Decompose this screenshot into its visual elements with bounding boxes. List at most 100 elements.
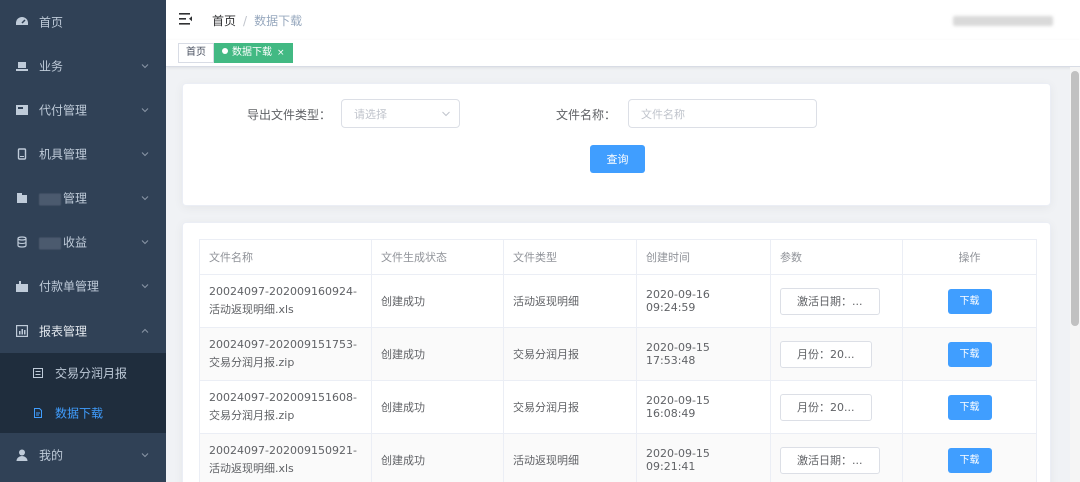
business-icon: [15, 59, 29, 73]
chevron-down-icon: [141, 453, 149, 458]
file-list-panel: 文件名称 文件生成状态 文件类型 创建时间 参数 操作 20024097-202…: [182, 222, 1051, 482]
sidebar-item-label: 管理: [39, 190, 87, 207]
redacted-text: [39, 193, 61, 205]
tag-home[interactable]: 首页: [178, 43, 214, 63]
download-button[interactable]: 下载: [947, 341, 992, 367]
cell-actions: 下载: [902, 380, 1037, 434]
column-header-file-name: 文件名称: [199, 239, 372, 275]
chevron-down-icon: [141, 240, 149, 245]
database-icon: [15, 235, 29, 249]
scrollbar-thumb[interactable]: [1071, 71, 1079, 326]
chart-icon: [15, 324, 29, 338]
file-name-input[interactable]: [641, 106, 801, 122]
query-button[interactable]: 查询: [590, 145, 645, 173]
sidebar-item-label: 代付管理: [39, 103, 88, 118]
chevron-down-icon: [141, 108, 149, 113]
close-icon[interactable]: ×: [277, 44, 285, 62]
chevron-down-icon: [141, 284, 149, 289]
sidebar-item-home[interactable]: 首页: [0, 0, 166, 44]
page-scrollbar[interactable]: [1070, 67, 1080, 482]
user-info-redacted[interactable]: [953, 16, 1053, 26]
sidebar-item-payment[interactable]: 代付管理: [0, 88, 166, 132]
cell-created-time: 2020-09-15 16:08:49: [636, 380, 771, 434]
payment-icon: [15, 103, 29, 117]
sidebar-item-business[interactable]: 业务: [0, 44, 166, 88]
tag-label: 首页: [186, 47, 206, 58]
active-dot-icon: [222, 48, 228, 54]
sidebar-subitem-label: 数据下载: [55, 406, 104, 421]
cell-file-type: 活动返现明细: [503, 433, 637, 482]
chevron-down-icon: [141, 64, 149, 69]
chevron-down-icon: [442, 111, 450, 117]
download-button[interactable]: 下载: [947, 447, 992, 473]
column-header-file-type: 文件类型: [503, 239, 637, 275]
cell-status: 创建成功: [371, 380, 504, 434]
sidebar-subitem-monthly-report[interactable]: 交易分润月报: [0, 353, 166, 393]
params-button[interactable]: 月份：20...: [780, 340, 872, 368]
sidebar-item-label: 收益: [39, 234, 87, 251]
sidebar-item-management[interactable]: 管理: [0, 176, 166, 220]
table-row: 20024097-202009150921-活动返现明细.xls 创建成功 活动…: [199, 433, 1037, 482]
sidebar-item-label: 业务: [39, 59, 64, 74]
sidebar-item-reports[interactable]: 报表管理: [0, 309, 166, 353]
download-button[interactable]: 下载: [947, 288, 992, 314]
cell-created-time: 2020-09-15 17:53:48: [636, 327, 771, 381]
file-type-select-input[interactable]: [354, 106, 439, 122]
tag-label: 数据下载: [232, 47, 272, 58]
cell-file-type: 交易分润月报: [503, 380, 637, 434]
cell-file-type: 活动返现明细: [503, 274, 637, 328]
params-button[interactable]: 月份：20...: [780, 393, 872, 421]
breadcrumb-home[interactable]: 首页: [212, 14, 236, 28]
cell-status: 创建成功: [371, 433, 504, 482]
report-icon: [33, 368, 43, 378]
cell-actions: 下载: [902, 327, 1037, 381]
navbar: 首页 / 数据下载: [166, 0, 1080, 40]
cell-params: 激活日期：...: [770, 433, 903, 482]
chevron-down-icon: [141, 152, 149, 157]
sidebar-subitem-data-download[interactable]: 数据下载: [0, 393, 166, 433]
file-table: 文件名称 文件生成状态 文件类型 创建时间 参数 操作 20024097-202…: [199, 239, 1037, 482]
cell-created-time: 2020-09-16 09:24:59: [636, 274, 771, 328]
cell-file-name: 20024097-202009160924-活动返现明细.xls: [199, 274, 372, 328]
cell-actions: 下载: [902, 433, 1037, 482]
sidebar-item-invoice[interactable]: 付款单管理: [0, 264, 166, 308]
cell-status: 创建成功: [371, 327, 504, 381]
cell-file-type: 交易分润月报: [503, 327, 637, 381]
params-button[interactable]: 激活日期：...: [780, 446, 880, 474]
file-name-field[interactable]: [628, 99, 817, 128]
menu-fold-icon[interactable]: [179, 12, 193, 26]
breadcrumb-current: 数据下载: [254, 14, 303, 28]
download-button[interactable]: 下载: [947, 394, 992, 420]
column-header-params: 参数: [770, 239, 903, 275]
file-type-label: 导出文件类型：: [247, 108, 332, 122]
cell-file-name: 20024097-202009151608-交易分润月报.zip: [199, 380, 372, 434]
sidebar-subitem-label: 交易分润月报: [55, 366, 128, 381]
sidebar-item-mine[interactable]: 我的: [0, 433, 166, 477]
chevron-up-icon: [141, 328, 149, 333]
sidebar-item-label: 报表管理: [39, 324, 88, 339]
file-name-label: 文件名称：: [556, 108, 617, 122]
table-row: 20024097-202009151608-交易分润月报.zip 创建成功 交易…: [199, 380, 1037, 434]
tags-view: 首页 数据下载 ×: [166, 40, 1080, 67]
tag-data-download[interactable]: 数据下载 ×: [214, 43, 293, 63]
cell-created-time: 2020-09-15 09:21:41: [636, 433, 771, 482]
column-header-status: 文件生成状态: [371, 239, 504, 275]
sidebar-item-label: 付款单管理: [39, 279, 100, 294]
cell-actions: 下载: [902, 274, 1037, 328]
sidebar-item-label: 首页: [39, 15, 64, 30]
document-icon: [34, 408, 42, 418]
table-row: 20024097-202009160924-活动返现明细.xls 创建成功 活动…: [199, 274, 1037, 328]
sidebar-item-device[interactable]: 机具管理: [0, 132, 166, 176]
breadcrumb: 首页 / 数据下载: [212, 12, 302, 29]
device-icon: [15, 147, 29, 161]
sidebar: 首页 业务 代付管理 机具管理 管理 收益 付款单管理 报表管理 交易分润月报 …: [0, 0, 166, 482]
sidebar-item-earnings[interactable]: 收益: [0, 220, 166, 264]
column-header-created-time: 创建时间: [636, 239, 771, 275]
cell-status: 创建成功: [371, 274, 504, 328]
sidebar-item-label: 我的: [39, 448, 64, 463]
filter-panel: 导出文件类型： 文件名称： 查询: [182, 83, 1051, 206]
invoice-icon: [15, 279, 29, 293]
params-button[interactable]: 激活日期：...: [780, 287, 880, 315]
chevron-down-icon: [141, 196, 149, 201]
file-type-select[interactable]: [341, 99, 460, 128]
